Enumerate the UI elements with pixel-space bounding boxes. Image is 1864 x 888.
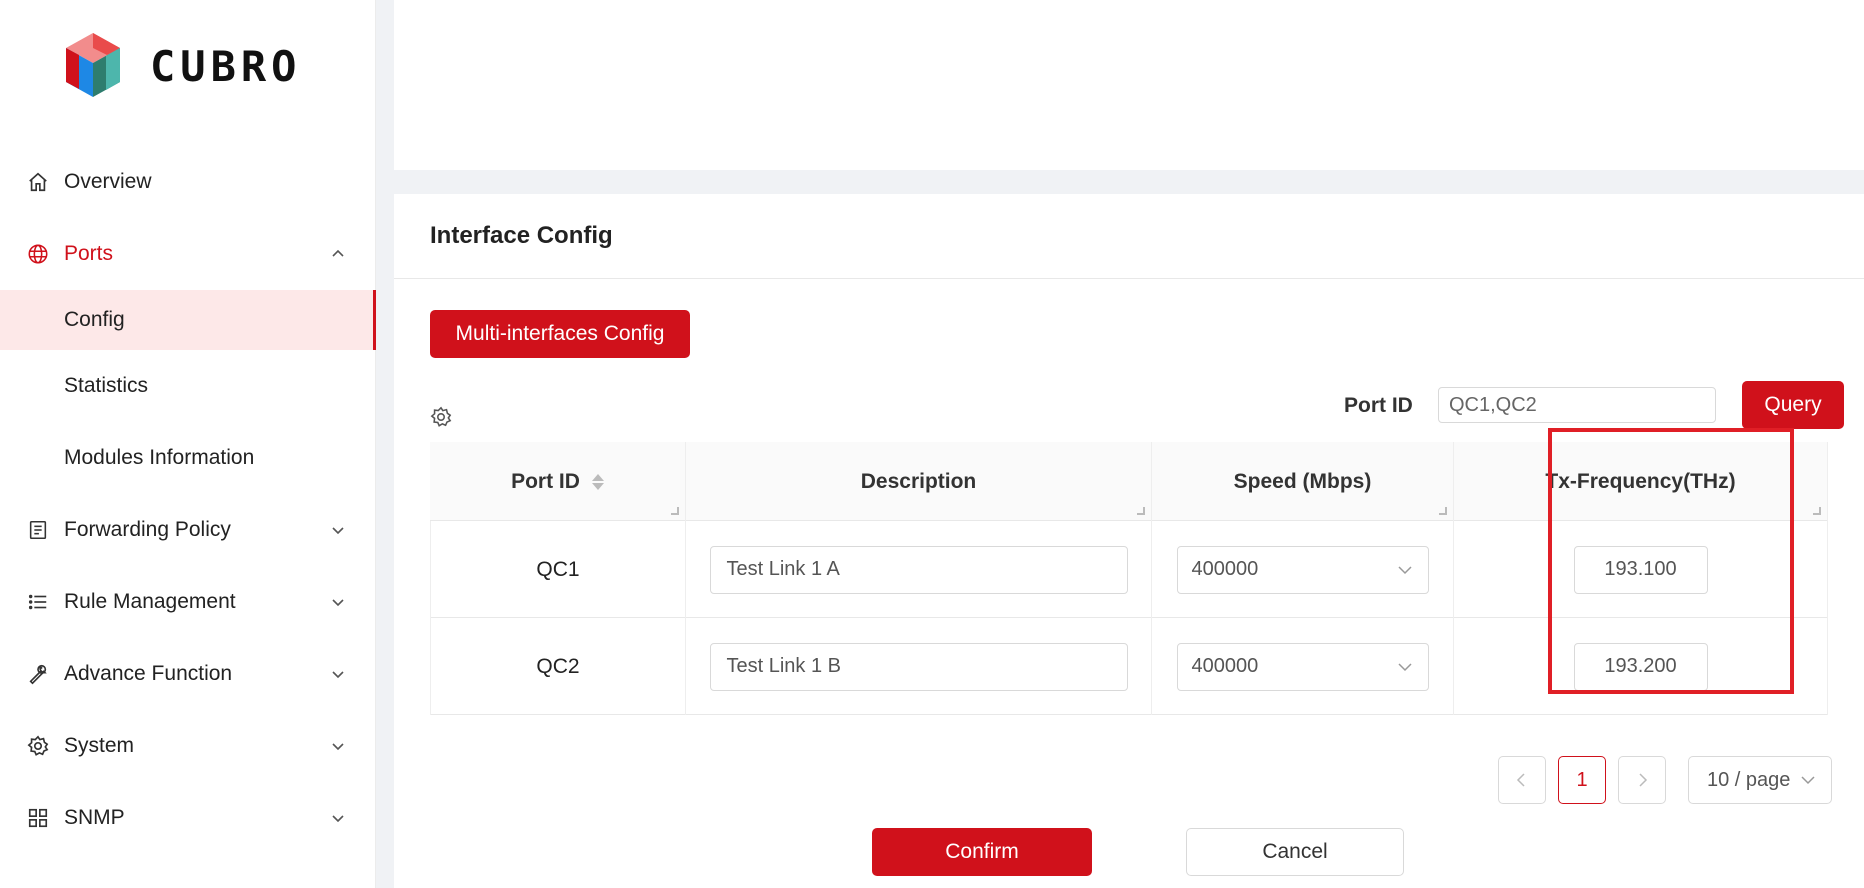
column-header-tx-frequency: Tx-Frequency(THz) bbox=[1454, 442, 1828, 521]
speed-cell: 400000 bbox=[1152, 618, 1454, 715]
cube-logo-icon bbox=[66, 33, 120, 97]
sidebar: CUBRO Overview Ports Config Statistics M… bbox=[0, 0, 376, 888]
table-header: Port ID Description Speed (Mbps) Tx-Freq… bbox=[430, 442, 1828, 521]
sidebar-item-label: SNMP bbox=[64, 806, 125, 829]
chevron-down-icon bbox=[1397, 565, 1412, 574]
sidebar-nav: Overview Ports Config Statistics Modules… bbox=[0, 146, 376, 854]
column-header-description: Description bbox=[686, 442, 1152, 521]
table-row: QC1 Test Link 1 A 400000 193.100 bbox=[430, 521, 1828, 618]
port-id-cell: QC1 bbox=[430, 521, 686, 618]
description-input[interactable]: Test Link 1 B bbox=[709, 642, 1128, 691]
page-size-select[interactable]: 10 / page bbox=[1688, 756, 1832, 804]
chevron-down-icon bbox=[332, 815, 344, 823]
speed-select[interactable]: 400000 bbox=[1176, 642, 1429, 691]
sidebar-item-snmp[interactable]: SNMP bbox=[0, 782, 376, 854]
gear-icon bbox=[26, 734, 50, 758]
tx-frequency-cell: 193.100 bbox=[1454, 521, 1828, 618]
chevron-down-icon bbox=[332, 671, 344, 679]
chevron-up-icon bbox=[332, 249, 344, 257]
resize-handle[interactable] bbox=[1439, 507, 1447, 515]
table-settings-gear-icon[interactable] bbox=[430, 406, 452, 428]
confirm-button[interactable]: Confirm bbox=[872, 828, 1092, 876]
sidebar-item-config[interactable]: Config bbox=[0, 290, 376, 350]
pagination-page-1[interactable]: 1 bbox=[1558, 756, 1606, 804]
sidebar-item-overview[interactable]: Overview bbox=[0, 146, 376, 218]
chevron-right-icon bbox=[1639, 773, 1648, 787]
sidebar-item-ports[interactable]: Ports bbox=[0, 218, 376, 290]
chevron-down-icon bbox=[1801, 776, 1815, 785]
sidebar-item-label: Advance Function bbox=[64, 662, 233, 685]
column-header-speed: Speed (Mbps) bbox=[1152, 442, 1454, 521]
sidebar-item-label: Config bbox=[64, 308, 125, 331]
chevron-down-icon bbox=[332, 743, 344, 751]
table-row: QC2 Test Link 1 B 400000 193.200 bbox=[430, 618, 1828, 715]
sidebar-item-label: Rule Management bbox=[64, 590, 236, 613]
home-icon bbox=[26, 170, 50, 194]
chevron-left-icon bbox=[1516, 773, 1525, 787]
column-header-label: Speed (Mbps) bbox=[1233, 469, 1372, 493]
sidebar-item-label: Statistics bbox=[64, 374, 149, 397]
speed-select[interactable]: 400000 bbox=[1176, 545, 1429, 594]
app-root: CUBRO Overview Ports Config Statistics M… bbox=[0, 0, 1864, 888]
sidebar-item-label: Overview bbox=[64, 170, 152, 193]
port-id-filter-input[interactable]: QC1,QC2 bbox=[1438, 387, 1716, 423]
query-button[interactable]: Query bbox=[1742, 381, 1844, 429]
list-doc-icon bbox=[26, 518, 50, 542]
port-id-filter-label: Port ID bbox=[1344, 394, 1413, 417]
column-header-label: Description bbox=[860, 469, 977, 493]
brand-logo[interactable]: CUBRO bbox=[64, 32, 301, 100]
chevron-down-icon bbox=[1397, 662, 1412, 671]
resize-handle[interactable] bbox=[1813, 507, 1821, 515]
title-divider bbox=[394, 278, 1864, 279]
description-cell: Test Link 1 A bbox=[686, 521, 1152, 618]
resize-handle[interactable] bbox=[671, 507, 679, 515]
page-size-value: 10 / page bbox=[1707, 768, 1791, 791]
sidebar-item-system[interactable]: System bbox=[0, 710, 376, 782]
sidebar-item-rule-management[interactable]: Rule Management bbox=[0, 566, 376, 638]
sidebar-item-statistics[interactable]: Statistics bbox=[0, 350, 376, 422]
sidebar-item-label: Ports bbox=[64, 242, 114, 265]
list-icon bbox=[26, 590, 50, 614]
description-input[interactable]: Test Link 1 A bbox=[709, 545, 1128, 594]
speed-value: 400000 bbox=[1191, 558, 1259, 580]
top-panel bbox=[394, 0, 1864, 170]
speed-value: 400000 bbox=[1191, 655, 1259, 677]
sort-icon[interactable] bbox=[591, 473, 604, 490]
sidebar-item-label: Modules Information bbox=[64, 446, 255, 469]
interface-table: Port ID Description Speed (Mbps) Tx-Freq… bbox=[430, 428, 1828, 715]
chevron-down-icon bbox=[332, 599, 344, 607]
sidebar-item-modules-information[interactable]: Modules Information bbox=[0, 422, 376, 494]
cancel-button[interactable]: Cancel bbox=[1186, 828, 1404, 876]
sidebar-item-advance-function[interactable]: Advance Function bbox=[0, 638, 376, 710]
sidebar-item-label: System bbox=[64, 734, 135, 757]
wrench-icon bbox=[26, 662, 50, 686]
globe-icon bbox=[26, 242, 50, 266]
port-id-cell: QC2 bbox=[430, 618, 686, 715]
tx-frequency-input[interactable]: 193.100 bbox=[1573, 545, 1708, 594]
tx-frequency-input[interactable]: 193.200 bbox=[1573, 642, 1708, 691]
page-title: Interface Config bbox=[430, 222, 613, 249]
resize-handle[interactable] bbox=[1137, 507, 1145, 515]
pagination-next-button[interactable] bbox=[1618, 756, 1666, 804]
column-header-label: Tx-Frequency(THz) bbox=[1545, 469, 1736, 493]
tx-frequency-cell: 193.200 bbox=[1454, 618, 1828, 715]
sidebar-item-forwarding-policy[interactable]: Forwarding Policy bbox=[0, 494, 376, 566]
description-cell: Test Link 1 B bbox=[686, 618, 1152, 715]
column-header-label: Port ID bbox=[511, 469, 580, 493]
grid-icon bbox=[26, 806, 50, 830]
brand-name: CUBRO bbox=[150, 41, 302, 91]
interface-config-card: Interface Config Multi-interfaces Config… bbox=[394, 194, 1864, 888]
sidebar-item-label: Forwarding Policy bbox=[64, 518, 231, 541]
chevron-down-icon bbox=[332, 527, 344, 535]
column-header-port-id[interactable]: Port ID bbox=[430, 442, 686, 521]
pagination-prev-button[interactable] bbox=[1498, 756, 1546, 804]
speed-cell: 400000 bbox=[1152, 521, 1454, 618]
multi-interfaces-config-button[interactable]: Multi-interfaces Config bbox=[430, 310, 690, 358]
